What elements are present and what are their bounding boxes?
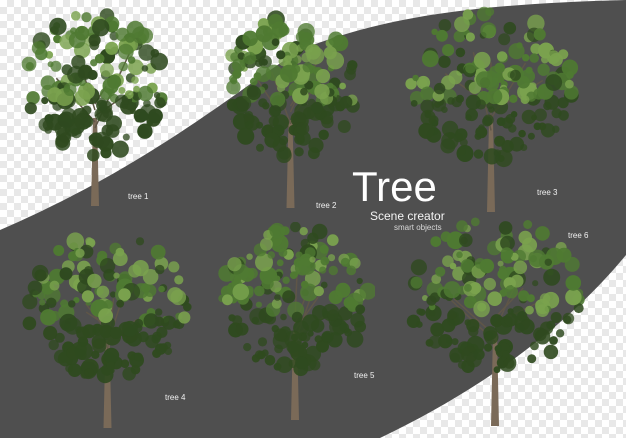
tree-5-label: tree 5 xyxy=(354,371,375,380)
page-title: Tree xyxy=(352,163,437,210)
title-block: Tree Scene creator smart objects xyxy=(352,163,462,233)
tree-6-image xyxy=(400,214,590,428)
tree-1-image xyxy=(20,8,170,208)
subtitle: Scene creator xyxy=(370,209,445,223)
canvas: tree 1 tree 2 tree 3 tree 4 tree 5 tree … xyxy=(0,0,626,438)
tree-3-label: tree 3 xyxy=(537,188,558,197)
tree-4-label: tree 4 xyxy=(165,393,186,402)
tagline: smart objects xyxy=(394,223,442,232)
tree-1-label: tree 1 xyxy=(128,192,149,201)
tree-2-label: tree 2 xyxy=(316,201,337,210)
tree-2-image xyxy=(218,10,363,210)
tree-6-label: tree 6 xyxy=(568,231,589,240)
tree-5-image xyxy=(215,222,375,422)
